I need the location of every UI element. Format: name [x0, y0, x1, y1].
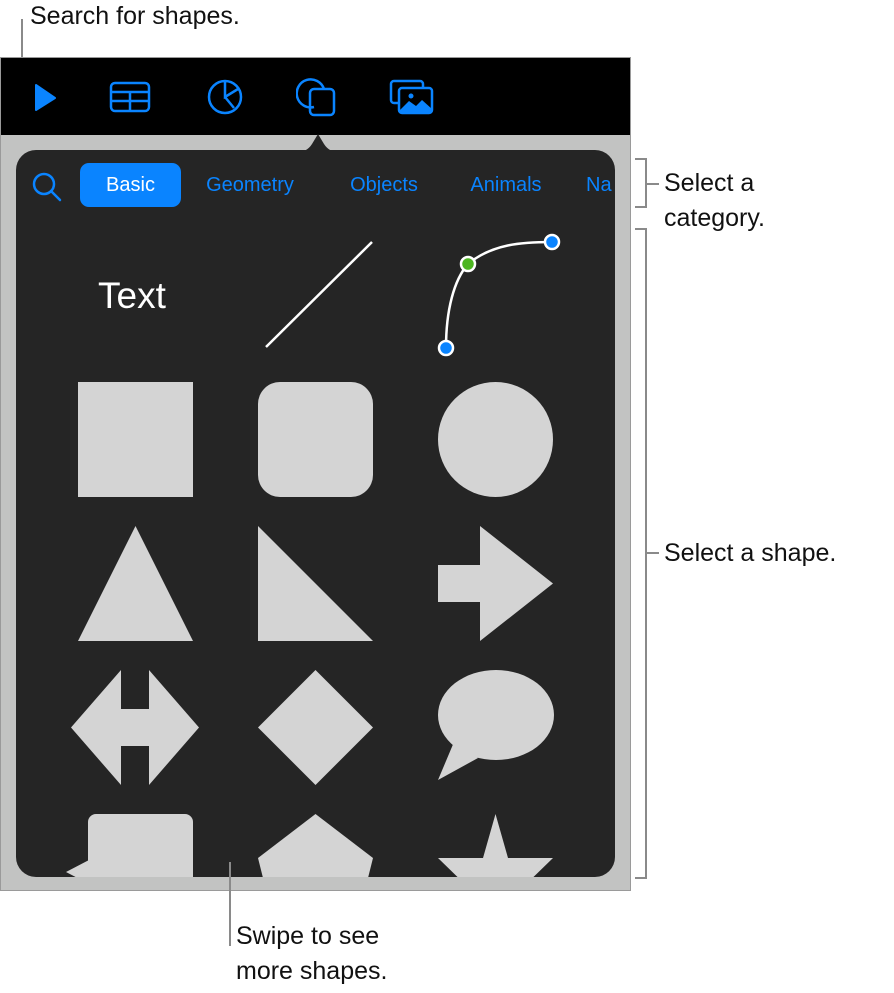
shape-double-arrow[interactable] [71, 670, 200, 785]
category-bracket-top [635, 158, 647, 160]
category-callout-line2: category. [664, 204, 765, 232]
shape-pentagon[interactable] [258, 814, 373, 877]
tab-basic[interactable]: Basic [80, 163, 181, 207]
tab-animals[interactable]: Animals [458, 163, 554, 207]
swipe-callout-line2: more shapes. [236, 957, 388, 985]
curve-mid-point [459, 255, 477, 273]
shape-speech-bubble[interactable] [438, 670, 554, 782]
tab-nature[interactable]: Na [586, 163, 615, 207]
curve-start-point [543, 233, 561, 251]
shape-diamond[interactable] [258, 670, 373, 785]
shape-callout-label: Select a shape. [664, 539, 837, 567]
category-callout-line1: Select a [664, 169, 755, 197]
curve-end-point [437, 339, 455, 357]
search-callout-label: Search for shapes. [30, 2, 240, 30]
toolbar [1, 58, 630, 135]
swipe-callout-line [229, 862, 231, 946]
media-icon [389, 79, 434, 115]
shape-circle[interactable] [438, 382, 553, 497]
shape-bracket-bottom [635, 877, 647, 879]
shape-icon [296, 78, 336, 117]
shape-line[interactable] [258, 238, 378, 352]
shape-star[interactable] [438, 814, 553, 877]
tab-objects[interactable]: Objects [334, 163, 434, 207]
swipe-callout-line1: Swipe to see [236, 922, 380, 950]
play-button[interactable] [18, 76, 66, 118]
shape-triangle[interactable] [78, 526, 193, 641]
popover-arrow [296, 134, 340, 152]
shape-bracket-top [635, 228, 647, 230]
search-icon [32, 172, 62, 202]
shape-bracket-tick [647, 552, 659, 554]
table-icon [109, 81, 151, 113]
shape-square[interactable] [78, 382, 193, 497]
search-button[interactable] [29, 171, 65, 203]
shape-arrow[interactable] [438, 526, 553, 641]
play-icon [35, 84, 56, 111]
tab-geometry[interactable]: Geometry [192, 163, 308, 207]
shape-callout-rectangle[interactable] [66, 814, 196, 877]
shape-text[interactable]: Text [98, 275, 166, 317]
category-bracket-tick [647, 183, 659, 185]
table-button[interactable] [106, 76, 154, 118]
shape-rounded-square[interactable] [258, 382, 373, 497]
shape-button[interactable] [293, 76, 341, 118]
chart-icon [207, 79, 243, 115]
media-button[interactable] [388, 76, 436, 118]
chart-button[interactable] [201, 76, 249, 118]
shapes-popover: Basic Geometry Objects Animals Na Text [16, 150, 615, 877]
shape-right-triangle[interactable] [258, 526, 373, 641]
shape-curve[interactable] [432, 230, 566, 360]
category-bracket-bottom [635, 206, 647, 208]
